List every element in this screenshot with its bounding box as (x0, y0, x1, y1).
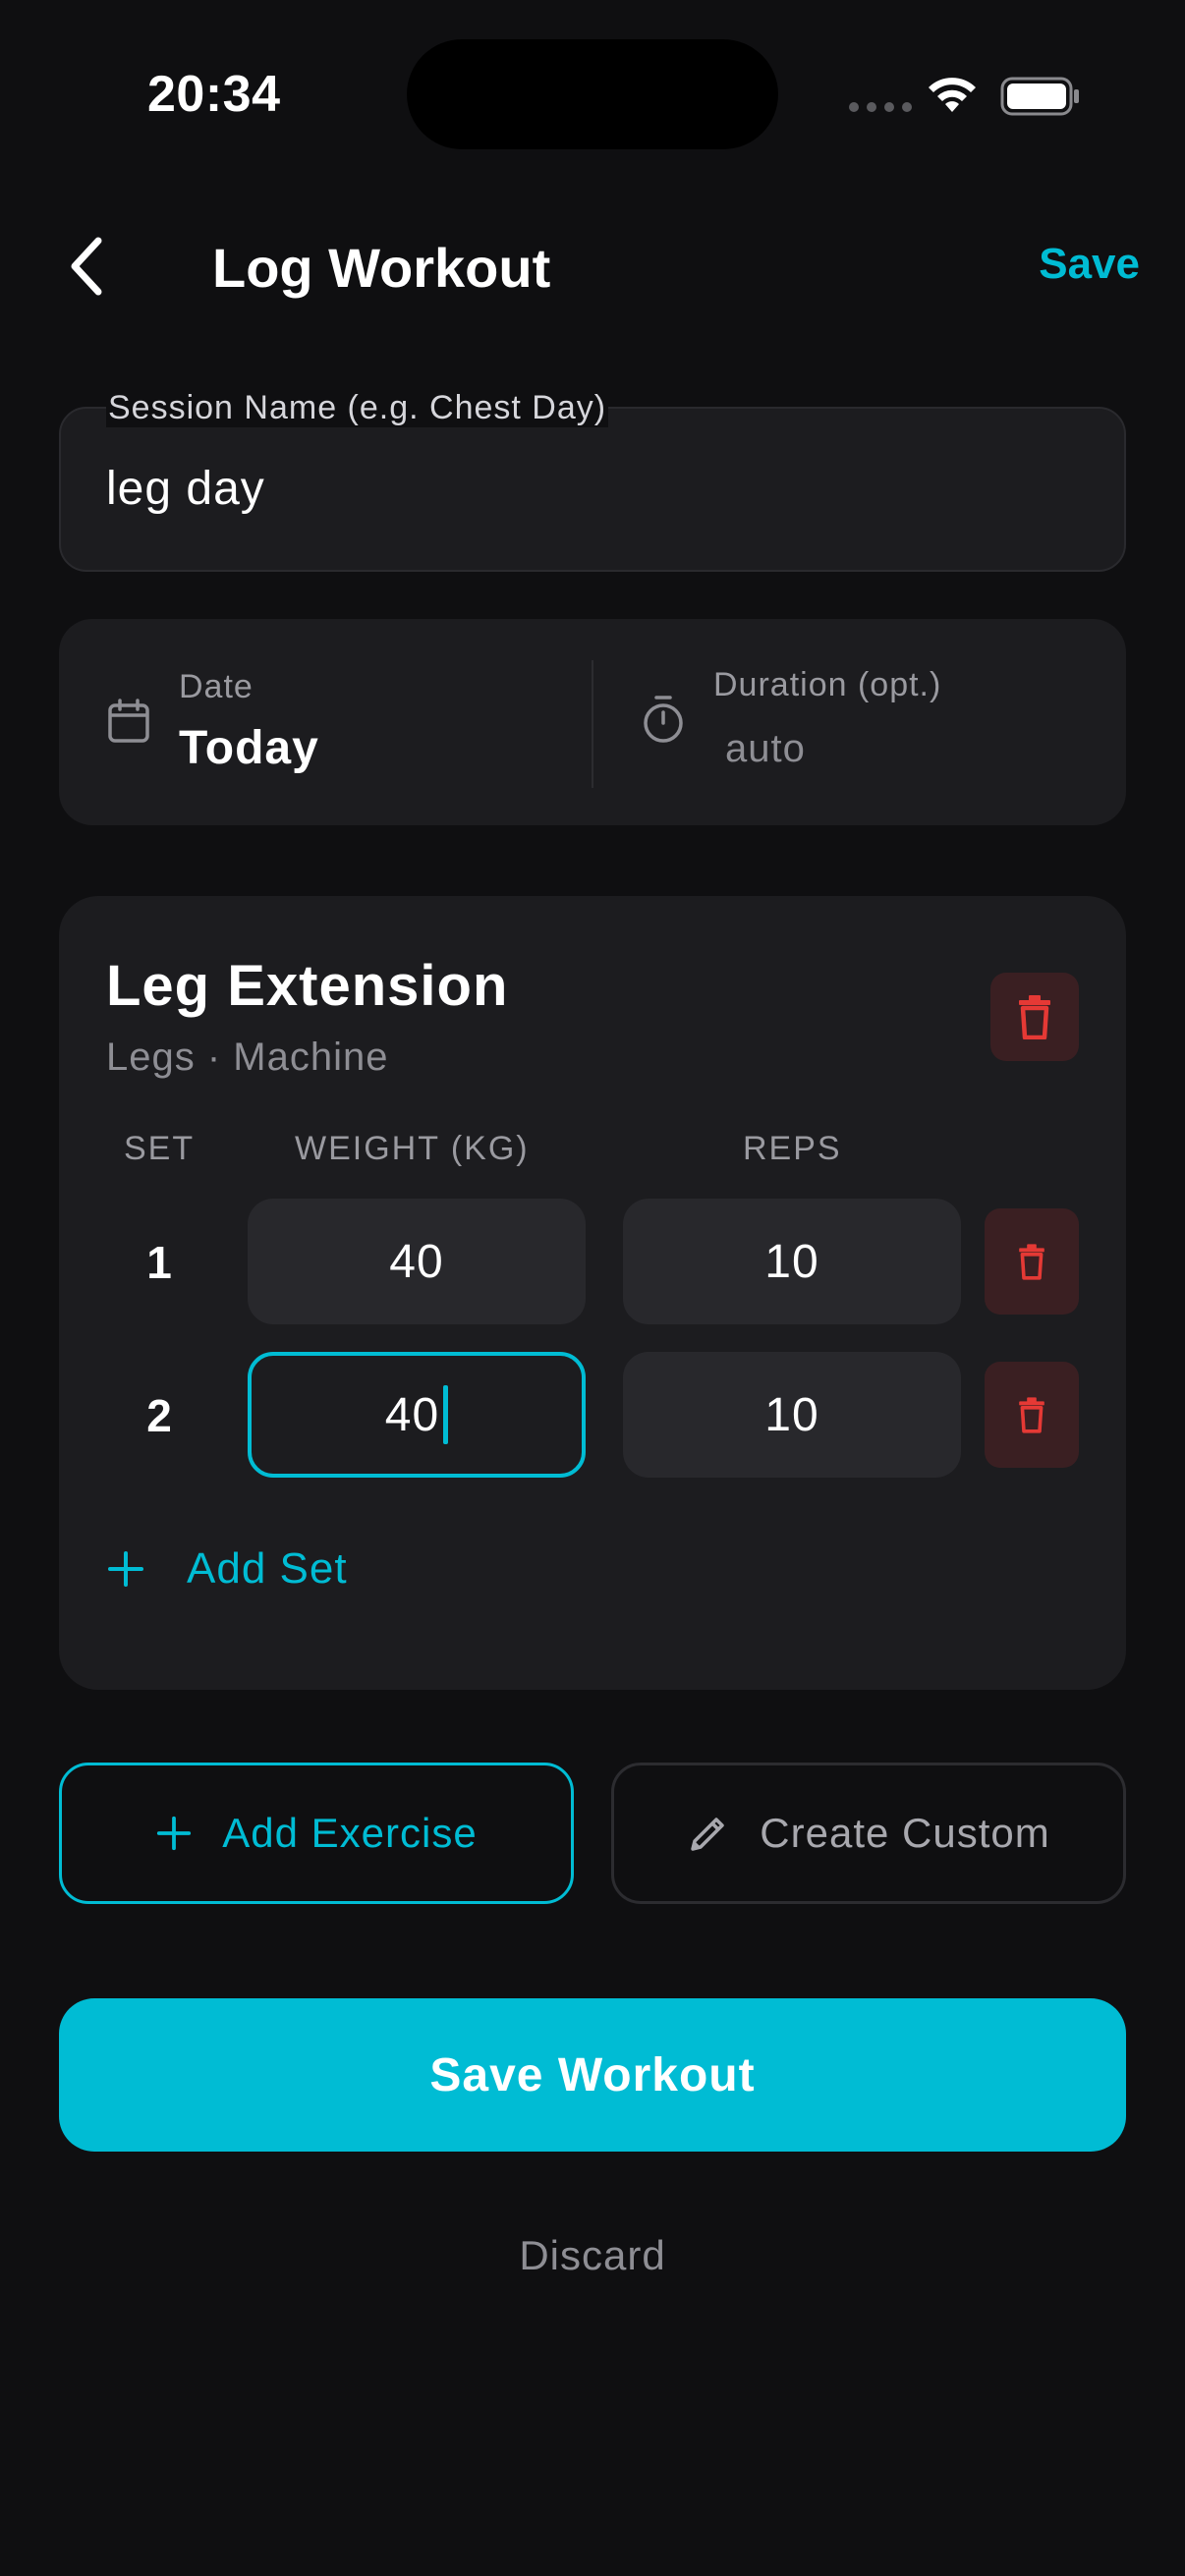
reps-input[interactable]: 10 (623, 1352, 961, 1478)
add-set-label: Add Set (187, 1544, 348, 1593)
reps-value: 10 (764, 1235, 819, 1288)
column-header-reps: REPS (743, 1130, 842, 1167)
add-set-button[interactable]: Add Set (106, 1544, 348, 1594)
date-value: Today (179, 722, 319, 774)
discard-button[interactable]: Discard (0, 2232, 1185, 2279)
chevron-left-icon (71, 237, 102, 296)
back-button[interactable] (57, 232, 116, 301)
duration-label: Duration (opt.) (713, 666, 942, 703)
column-header-weight: WEIGHT (KG) (295, 1130, 530, 1167)
create-custom-button[interactable]: Create Custom (611, 1763, 1126, 1904)
reps-input[interactable]: 10 (623, 1199, 961, 1324)
wifi-icon (929, 78, 976, 112)
battery-icon (1000, 77, 1079, 116)
save-workout-label: Save Workout (429, 2048, 756, 2101)
trash-icon (1019, 1397, 1044, 1433)
divider (592, 660, 593, 788)
status-time: 20:34 (147, 66, 281, 123)
dynamic-island (407, 39, 778, 149)
weight-input[interactable]: 40 (248, 1199, 586, 1324)
set-number: 2 (146, 1390, 172, 1441)
create-custom-label: Create Custom (760, 1810, 1050, 1856)
pencil-icon (691, 1818, 725, 1851)
weight-input-focused[interactable]: 40 (248, 1352, 586, 1478)
trash-icon (1019, 1244, 1044, 1280)
set-number: 1 (146, 1237, 172, 1288)
reps-value: 10 (764, 1388, 819, 1441)
session-name-value: leg day (106, 463, 265, 515)
plus-icon (108, 1551, 143, 1587)
add-exercise-label: Add Exercise (222, 1810, 478, 1856)
delete-exercise-button[interactable] (990, 973, 1079, 1061)
column-header-set: SET (124, 1130, 196, 1167)
text-caret (443, 1385, 449, 1444)
date-label: Date (179, 668, 254, 705)
duration-placeholder: auto (725, 727, 806, 770)
delete-set-button[interactable] (985, 1208, 1079, 1315)
header-save-button[interactable]: Save (1039, 240, 1140, 289)
weight-value: 40 (384, 1388, 440, 1441)
save-workout-button[interactable]: Save Workout (59, 1998, 1126, 2152)
weight-value: 40 (389, 1235, 444, 1288)
session-name-label: Session Name (e.g. Chest Day) (106, 389, 609, 427)
date-picker[interactable] (94, 648, 566, 796)
trash-icon (1019, 995, 1050, 1039)
cellular-signal-icon (849, 102, 912, 112)
page-title: Log Workout (212, 237, 551, 299)
exercise-subtitle: Legs · Machine (106, 1036, 389, 1079)
delete-set-button[interactable] (985, 1362, 1079, 1468)
exercise-name: Leg Extension (106, 954, 509, 1018)
plus-icon (157, 1816, 192, 1851)
add-exercise-button[interactable]: Add Exercise (59, 1763, 574, 1904)
log-workout-screen: 20:34 Log Workout Save Session Name (e.g… (0, 0, 1185, 2576)
